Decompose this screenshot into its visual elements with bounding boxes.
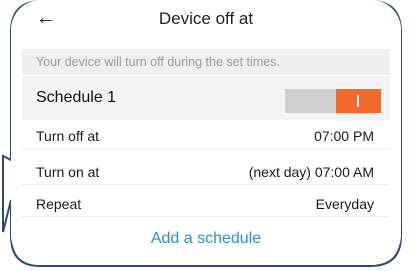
detail-value: (next day) 07:00 AM [248,164,374,180]
detail-key: Turn off at [36,128,100,144]
top-bar: ← Device off at [11,0,401,36]
detail-value: Everyday [315,196,374,212]
schedule-label: Schedule 1 [36,89,117,106]
toggle-on-indicator [357,95,359,107]
page-title: Device off at [158,9,254,28]
detail-key: Turn on at [36,164,100,180]
detail-key: Repeat [36,196,82,212]
screen-frame: ← Device off at Your device will turn of… [11,0,401,265]
toggle-knob [336,89,381,113]
detail-value: 07:00 PM [314,128,374,144]
add-schedule-button[interactable]: Add a schedule [11,230,401,248]
info-banner: Your device will turn off during the set… [22,49,390,75]
detail-row-turn-on[interactable]: Turn on at (next day) 07:00 AM [22,158,390,185]
detail-row-repeat[interactable]: Repeat Everyday [22,190,390,217]
info-banner-text: Your device will turn off during the set… [36,55,280,69]
detail-row-turn-off[interactable]: Turn off at 07:00 PM [22,122,390,149]
schedule-row: Schedule 1 [22,76,390,120]
schedule-toggle[interactable] [285,89,381,113]
